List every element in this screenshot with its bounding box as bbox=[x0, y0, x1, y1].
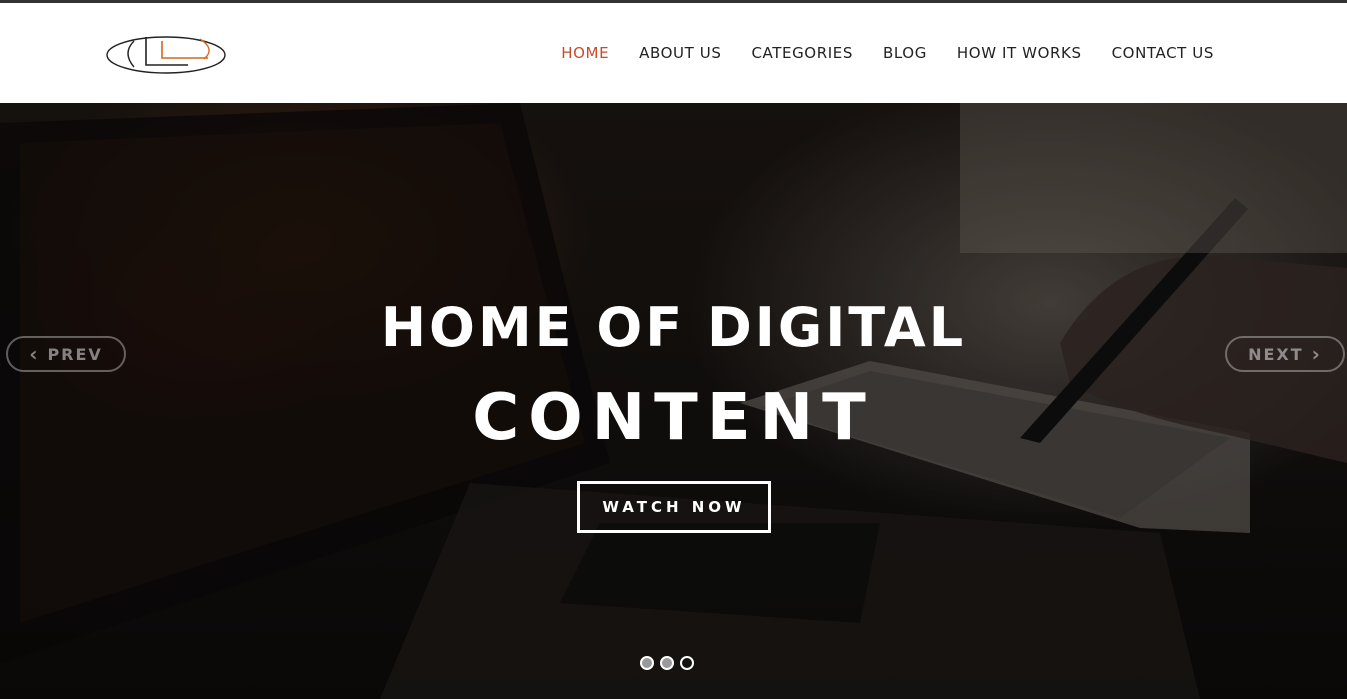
watch-now-button[interactable]: WATCH NOW bbox=[577, 481, 771, 533]
nav-contact-us[interactable]: CONTACT US bbox=[1112, 44, 1214, 62]
prev-slide-button[interactable]: ‹ PREV bbox=[6, 336, 126, 372]
navbar: HOME ABOUT US CATEGORIES BLOG HOW IT WOR… bbox=[0, 3, 1347, 103]
slide-dot-2[interactable] bbox=[660, 656, 674, 670]
nav-about-us[interactable]: ABOUT US bbox=[639, 44, 721, 62]
hero-slider: HOME OF DIGITAL CONTENT WATCH NOW ‹ PREV… bbox=[0, 103, 1347, 699]
hero-title-line1: HOME OF DIGITAL bbox=[380, 296, 967, 359]
ll-monogram-icon bbox=[106, 36, 226, 74]
chevron-left-icon: ‹ bbox=[29, 342, 40, 366]
chevron-right-icon: › bbox=[1311, 342, 1322, 366]
nav-categories[interactable]: CATEGORIES bbox=[751, 44, 853, 62]
prev-label: PREV bbox=[47, 344, 103, 364]
brand-logo[interactable] bbox=[104, 31, 228, 79]
slider-pagination bbox=[640, 656, 694, 670]
next-label: NEXT bbox=[1248, 344, 1304, 364]
slide-dot-3[interactable] bbox=[680, 656, 694, 670]
main-nav: HOME ABOUT US CATEGORIES BLOG HOW IT WOR… bbox=[561, 3, 1214, 103]
nav-home[interactable]: HOME bbox=[561, 44, 609, 62]
hero-title-line2: CONTENT bbox=[472, 381, 875, 455]
slide-dot-1[interactable] bbox=[640, 656, 654, 670]
next-slide-button[interactable]: NEXT › bbox=[1225, 336, 1345, 372]
nav-blog[interactable]: BLOG bbox=[883, 44, 927, 62]
nav-how-it-works[interactable]: HOW IT WORKS bbox=[957, 44, 1082, 62]
